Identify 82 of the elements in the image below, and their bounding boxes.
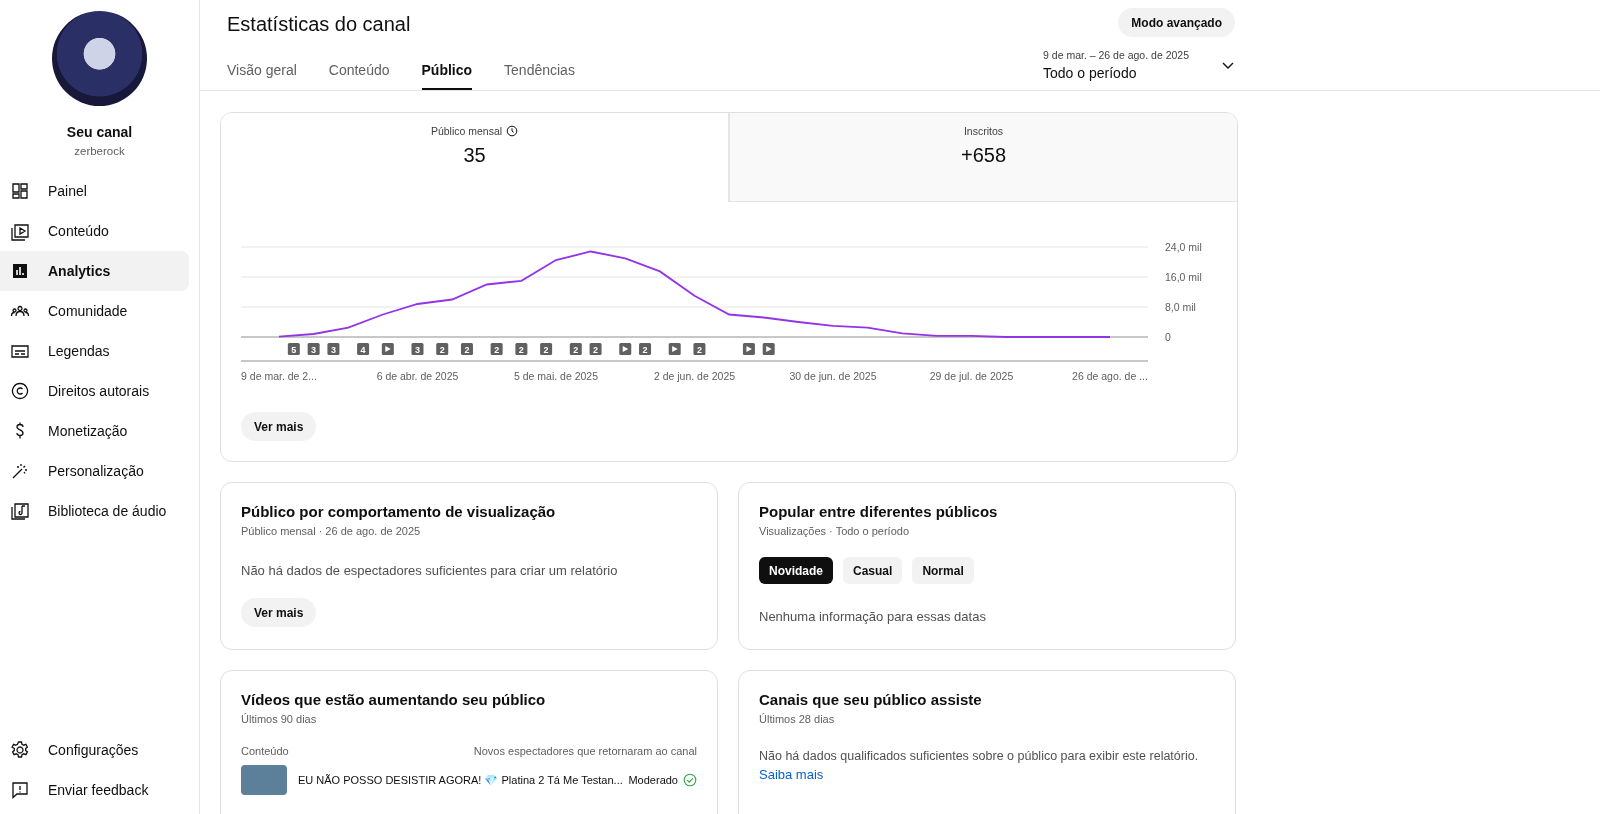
card-title: Popular entre diferentes públicos [759,503,999,520]
sidebar-item[interactable]: Personalização [0,451,189,491]
y-axis-label: 24,0 mil [1165,241,1202,253]
column-header: Novos espectadores que retornaram ao canal [473,745,697,757]
card-subtitle: Últimos 90 dias [241,713,318,725]
count-badge[interactable]: 2 [589,343,602,355]
video-marker-icon[interactable] [381,343,394,355]
count-badge[interactable]: 2 [639,343,652,355]
count-badge[interactable]: 2 [436,343,449,355]
x-axis-label: 26 de ago. de ... [1072,370,1148,382]
sidebar-item[interactable]: Configurações [0,730,189,770]
tab[interactable]: Conteúdo [328,54,390,90]
x-axis-label: 29 de jul. de 2025 [929,370,1014,382]
music-library-icon [10,501,30,521]
x-axis-label: 30 de jun. de 2025 [789,370,877,382]
y-axis-label: 8,0 mil [1165,301,1196,313]
video-marker-icon[interactable] [762,343,775,355]
video-marker-icon[interactable] [619,343,632,355]
learn-more-link[interactable]: Saiba mais [759,767,824,782]
sidebar-item[interactable]: Comunidade [0,291,189,331]
card-title: Público por comportamento de visualização [241,503,557,520]
sidebar-item[interactable]: Painel [0,171,189,211]
dashboard-icon [10,181,30,201]
count-badge[interactable]: 3 [307,343,320,355]
channel-handle: zerberock [74,145,125,157]
copyright-icon [10,381,30,401]
level-text: Moderado [628,774,678,786]
count-badge[interactable]: 5 [287,343,300,355]
tab[interactable]: Público [421,54,473,90]
metric-tab[interactable]: Inscritos +658 [729,113,1237,202]
x-axis-label: 2 de jun. de 2025 [653,370,736,382]
sidebar-item[interactable]: Legendas [0,331,189,371]
filter-chip[interactable]: Normal [912,557,974,584]
see-more-button[interactable]: Ver mais [241,412,317,441]
sidebar-item[interactable]: Conteúdo [0,211,189,251]
settings-icon [10,740,30,760]
magic-wand-icon [10,461,30,481]
video-icon [10,221,30,241]
card-subtitle: Últimos 28 dias [759,713,836,725]
y-axis-label: 16,0 mil [1165,271,1202,283]
card-subtitle: Público mensal · 26 de ago. de 2025 [241,525,422,537]
empty-message: Não há dados de espectadores suficientes para criar um relatório [241,563,619,578]
page-title: Estatísticas do canal [227,13,412,36]
x-axis-label: 6 de abr. de 2025 [376,370,459,382]
count-badge[interactable]: 2 [460,343,473,355]
card-title: Canais que seu público assiste [759,691,983,708]
count-badge[interactable]: 2 [569,343,582,355]
info-message: Não há dados qualificados suficientes sobre o público para exibir este relatório. [759,749,1200,763]
filter-chip[interactable]: Casual [843,557,903,584]
card-subtitle: Visualizações · Todo o período [759,525,911,537]
count-badge[interactable]: 3 [411,343,424,355]
sidebar-item[interactable]: Monetização [0,411,189,451]
column-header: Conteúdo [241,745,289,757]
sidebar-item[interactable]: Biblioteca de áudio [0,491,189,531]
video-marker-icon[interactable] [742,343,755,355]
x-axis-label: 9 de mar. de 2... [241,370,317,382]
channel-name: Seu canal [66,124,133,140]
feedback-icon [10,780,30,800]
bar-chart-icon [10,261,30,281]
tab[interactable]: Tendências [504,54,575,90]
count-badge[interactable]: 2 [490,343,503,355]
tab[interactable]: Visão geral [227,54,297,90]
y-axis-label: 0 [1165,331,1171,343]
count-badge[interactable]: 2 [540,343,553,355]
video-title[interactable]: EU NÃO POSSO DESISTIR AGORA! 💎 Platina 2 Tá Me Testan... [298,773,629,787]
see-more-button[interactable]: Ver mais [241,598,317,627]
filter-chip[interactable]: Novidade [759,557,833,584]
sidebar-item[interactable]: Enviar feedback [0,770,189,810]
empty-message: Nenhuma informação para essas datas [759,609,987,624]
card-title: Vídeos que estão aumentando seu público [241,691,547,708]
count-badge[interactable]: 2 [515,343,528,355]
video-thumbnail[interactable] [241,765,287,795]
metric-tab[interactable]: Público mensal 35 [221,113,729,202]
sidebar-item[interactable]: Analytics [0,251,189,291]
count-badge[interactable]: 4 [357,343,370,355]
advanced-mode-button[interactable]: Modo avançado [1118,8,1235,37]
count-badge[interactable]: 3 [327,343,340,355]
count-badge[interactable]: 2 [693,343,706,355]
video-marker-icon[interactable] [668,343,681,355]
sidebar-item[interactable]: Direitos autorais [0,371,189,411]
x-axis-label: 5 de mai. de 2025 [513,370,599,382]
date-range-dropdown[interactable]: 9 de mar. – 26 de ago. de 2025 Todo o período [1043,49,1235,81]
